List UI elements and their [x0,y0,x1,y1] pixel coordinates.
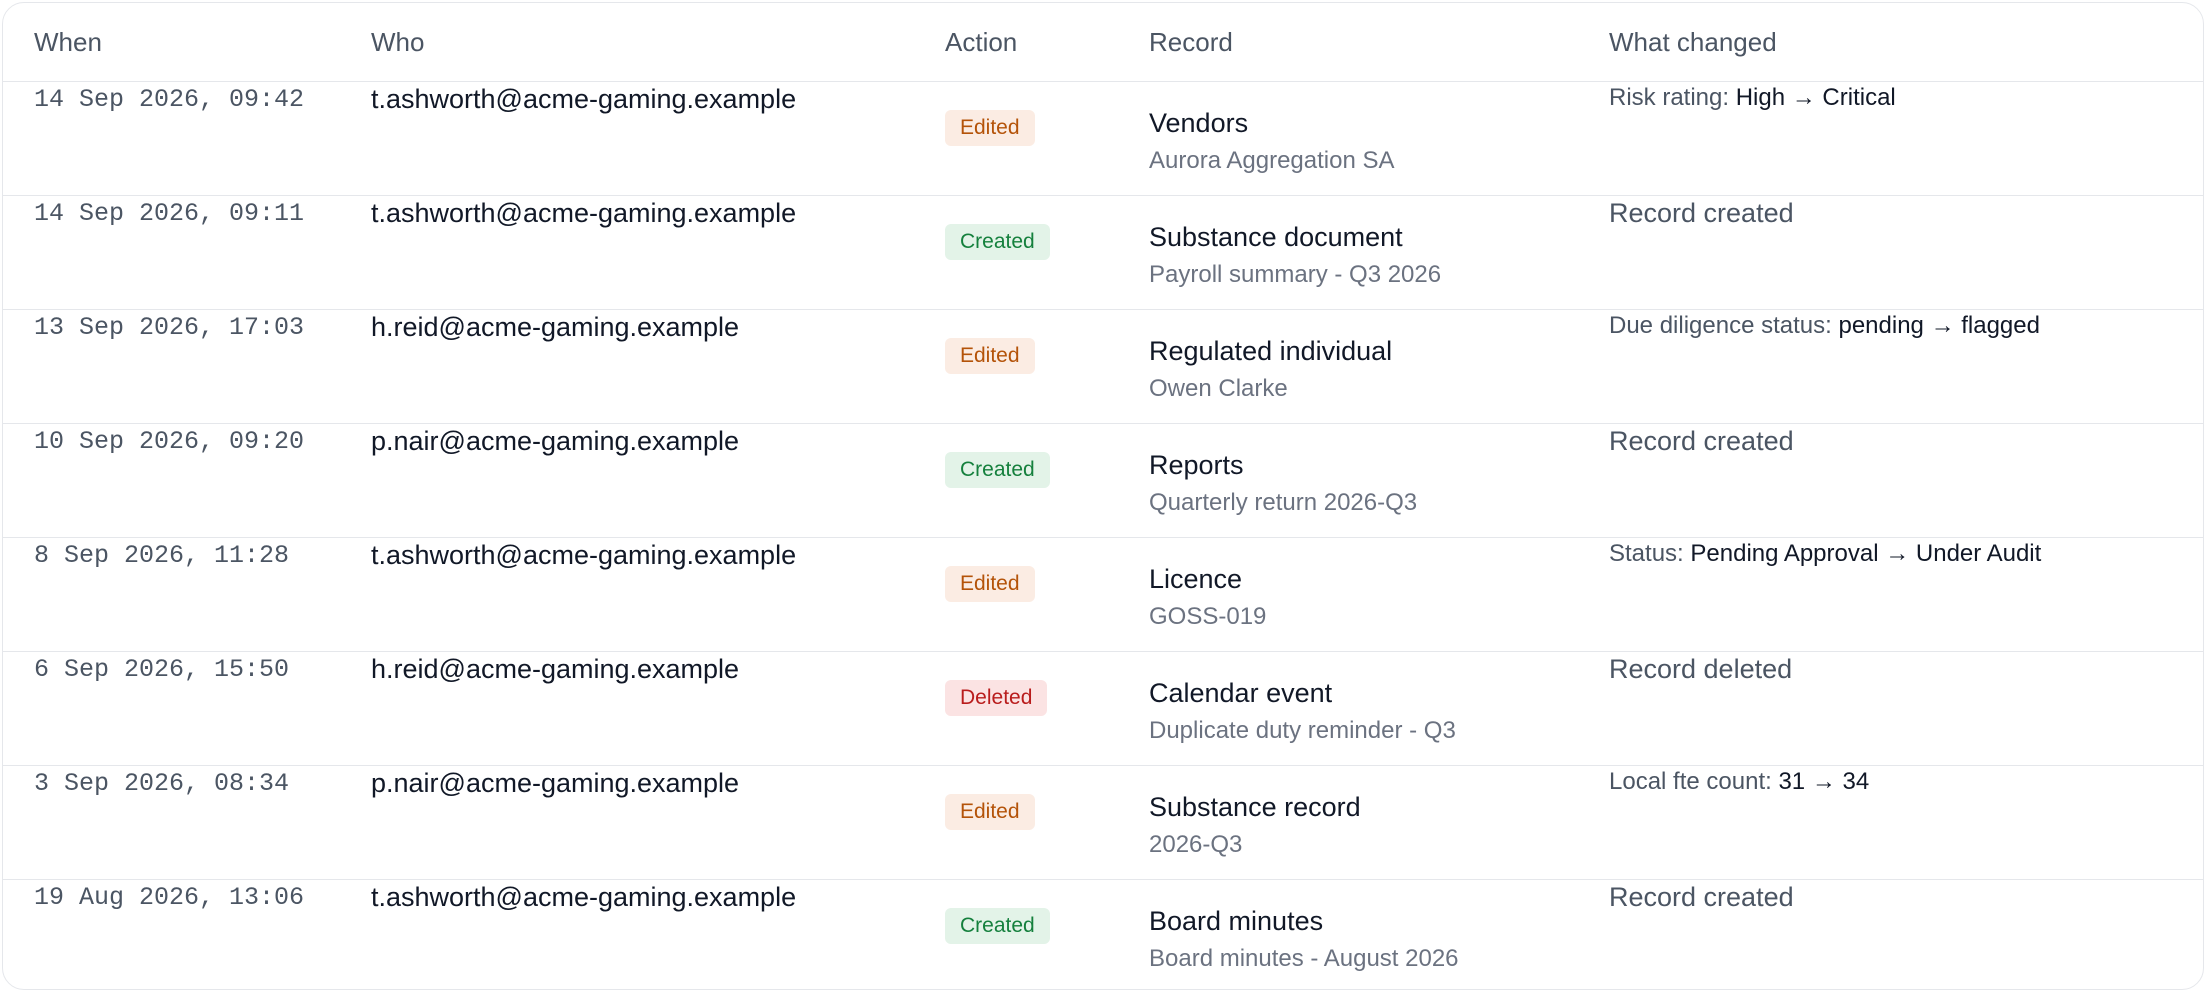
timestamp: 13 Sep 2026, 17:03 [34,313,305,342]
column-header-action[interactable]: Action [945,3,1149,82]
change-cell: Record created [1609,198,1794,228]
record-cell: Substance record 2026-Q3 [1149,766,1609,880]
record-name: Board minutes - August 2026 [1149,945,1459,972]
record-name: Payroll summary - Q3 2026 [1149,261,1442,288]
column-header-what-changed[interactable]: What changed [1609,3,2203,82]
column-header-record[interactable]: Record [1149,3,1609,82]
table-row[interactable]: 8 Sep 2026, 11:28 t.ashworth@acme-gaming… [3,538,2203,652]
timestamp: 14 Sep 2026, 09:11 [34,199,305,228]
change-to-value: 34 [1842,768,1870,795]
column-header-when[interactable]: When [3,3,371,82]
record-cell: Regulated individual Owen Clarke [1149,310,1609,424]
table-row[interactable]: 19 Aug 2026, 13:06 t.ashworth@acme-gamin… [3,880,2203,990]
record-type: Substance document [1149,222,1403,252]
change-to-value: Under Audit [1915,540,2042,567]
change-cell: Status: Pending Approval → Under Audit [1609,538,2203,652]
record-name: GOSS-019 [1149,603,1267,630]
user-email: t.ashworth@acme-gaming.example [371,882,797,912]
table-header: When Who Action Record What changed [3,3,2203,82]
change-field: Risk rating: [1609,84,1730,111]
record-type: Regulated individual [1149,336,1393,366]
record-type: Board minutes [1149,906,1324,936]
header-row: When Who Action Record What changed [3,3,2203,82]
change-cell: Record created [1609,426,1794,456]
table-body: 14 Sep 2026, 09:42 t.ashworth@acme-gamin… [3,82,2203,990]
change-from-value: High [1735,84,1786,111]
record-name: Duplicate duty reminder - Q3 [1149,717,1456,744]
change-to-value: Critical [1822,84,1896,111]
record-type: Licence [1149,564,1243,594]
action-badge: Created [945,224,1050,260]
action-cell: Created [945,424,1149,538]
change-cell: Record deleted [1609,654,1793,684]
audit-log-table: When Who Action Record What changed 14 S… [3,3,2203,990]
user-email: t.ashworth@acme-gaming.example [371,198,797,228]
action-badge: Edited [945,566,1035,602]
column-header-who[interactable]: Who [371,3,945,82]
record-cell: Vendors Aurora Aggregation SA [1149,82,1609,196]
record-cell: Board minutes Board minutes - August 202… [1149,880,1609,990]
record-cell: Substance document Payroll summary - Q3 … [1149,196,1609,310]
change-cell: Risk rating: High → Critical [1609,82,2203,196]
action-cell: Created [945,196,1149,310]
timestamp: 3 Sep 2026, 08:34 [34,769,290,798]
user-email: p.nair@acme-gaming.example [371,426,740,456]
user-email: h.reid@acme-gaming.example [371,312,740,342]
action-badge: Created [945,908,1050,944]
table-row[interactable]: 14 Sep 2026, 09:11 t.ashworth@acme-gamin… [3,196,2203,310]
record-name: Aurora Aggregation SA [1149,147,1395,174]
timestamp: 10 Sep 2026, 09:20 [34,427,305,456]
arrow-right-icon: → [1930,312,1955,339]
change-cell: Local fte count: 31 → 34 [1609,766,2203,880]
record-type: Substance record [1149,792,1361,822]
change-field: Status: [1609,540,1684,567]
action-cell: Edited [945,538,1149,652]
action-badge: Deleted [945,680,1048,716]
record-cell: Calendar event Duplicate duty reminder -… [1149,652,1609,766]
change-field: Due diligence status: [1609,312,1832,339]
action-cell: Deleted [945,652,1149,766]
record-type: Reports [1149,450,1244,480]
timestamp: 14 Sep 2026, 09:42 [34,85,305,114]
arrow-right-icon: → [1811,768,1836,795]
record-cell: Licence GOSS-019 [1149,538,1609,652]
user-email: p.nair@acme-gaming.example [371,768,740,798]
user-email: t.ashworth@acme-gaming.example [371,540,797,570]
action-cell: Edited [945,82,1149,196]
record-type: Calendar event [1149,678,1333,708]
timestamp: 6 Sep 2026, 15:50 [34,655,290,684]
arrow-right-icon: → [1791,84,1816,111]
change-to-value: flagged [1961,312,2040,339]
action-cell: Edited [945,310,1149,424]
audit-log-card: When Who Action Record What changed 14 S… [2,2,2204,990]
change-cell: Due diligence status: pending → flagged [1609,310,2203,424]
table-row[interactable]: 13 Sep 2026, 17:03 h.reid@acme-gaming.ex… [3,310,2203,424]
table-row[interactable]: 14 Sep 2026, 09:42 t.ashworth@acme-gamin… [3,82,2203,196]
action-badge: Edited [945,110,1035,146]
arrow-right-icon: → [1885,540,1910,567]
change-from-value: 31 [1778,768,1806,795]
table-row[interactable]: 6 Sep 2026, 15:50 h.reid@acme-gaming.exa… [3,652,2203,766]
timestamp: 19 Aug 2026, 13:06 [34,883,305,912]
action-cell: Created [945,880,1149,990]
record-name: Owen Clarke [1149,375,1288,402]
table-row[interactable]: 10 Sep 2026, 09:20 p.nair@acme-gaming.ex… [3,424,2203,538]
action-badge: Edited [945,794,1035,830]
record-name: Quarterly return 2026-Q3 [1149,489,1418,516]
record-type: Vendors [1149,108,1249,138]
change-field: Local fte count: [1609,768,1772,795]
action-badge: Created [945,452,1050,488]
table-row[interactable]: 3 Sep 2026, 08:34 p.nair@acme-gaming.exa… [3,766,2203,880]
record-cell: Reports Quarterly return 2026-Q3 [1149,424,1609,538]
timestamp: 8 Sep 2026, 11:28 [34,541,290,570]
change-cell: Record created [1609,882,1794,912]
user-email: h.reid@acme-gaming.example [371,654,740,684]
change-from-value: pending [1838,312,1924,339]
action-badge: Edited [945,338,1035,374]
user-email: t.ashworth@acme-gaming.example [371,84,797,114]
record-name: 2026-Q3 [1149,831,1243,858]
change-from-value: Pending Approval [1690,540,1879,567]
action-cell: Edited [945,766,1149,880]
